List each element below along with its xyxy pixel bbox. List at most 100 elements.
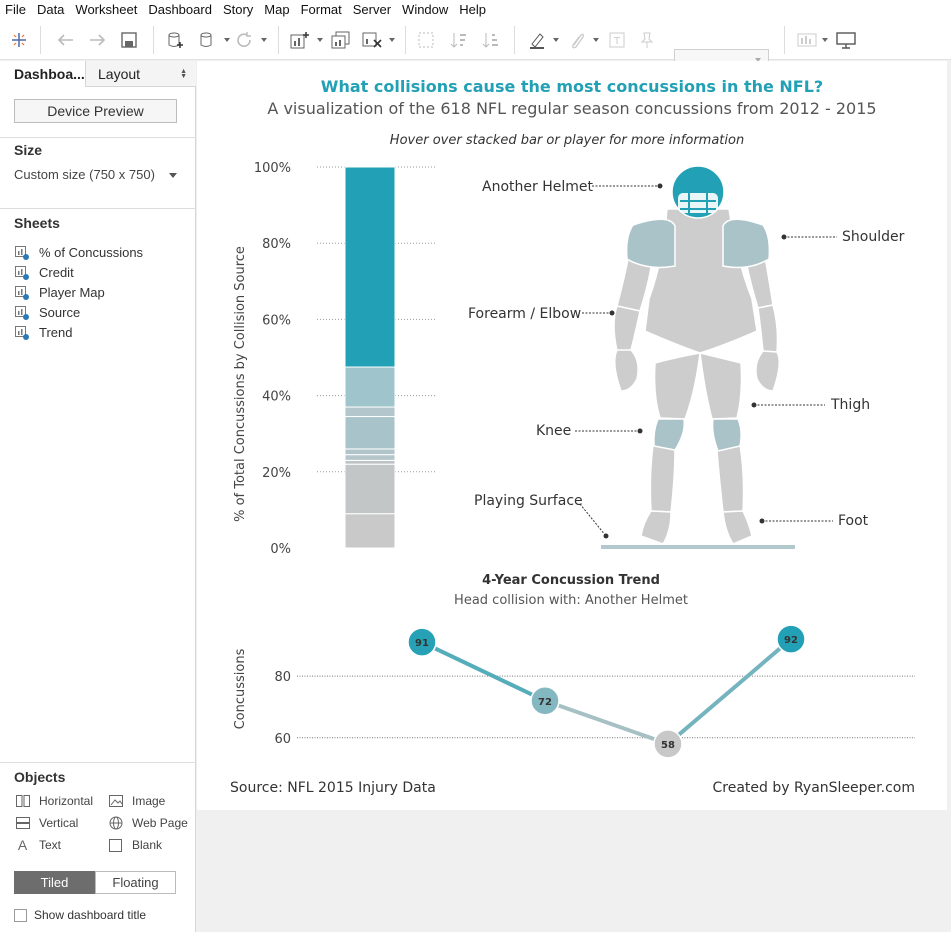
bar-segment[interactable] bbox=[344, 463, 396, 515]
dashboard-sidebar: Dashboa... Layout ▲ ▼ Device Preview Size… bbox=[0, 61, 196, 932]
player-left-foot[interactable] bbox=[640, 510, 672, 545]
object-vertical[interactable]: Vertical bbox=[15, 816, 78, 830]
data-source-caret-icon[interactable] bbox=[224, 38, 230, 42]
player-right-hand[interactable] bbox=[755, 350, 780, 392]
clear-sheet-icon[interactable] bbox=[361, 28, 383, 52]
menu-data[interactable]: Data bbox=[32, 0, 70, 20]
refresh-icon[interactable] bbox=[233, 28, 255, 52]
player-right-shin[interactable] bbox=[716, 444, 745, 513]
device-preview-button[interactable]: Device Preview bbox=[14, 99, 177, 123]
source-note: Source: NFL 2015 Injury Data bbox=[230, 780, 436, 796]
new-data-source-icon[interactable] bbox=[164, 28, 186, 52]
object-image[interactable]: Image bbox=[108, 794, 165, 808]
menu-server[interactable]: Server bbox=[348, 0, 397, 20]
new-worksheet-icon[interactable] bbox=[289, 28, 311, 52]
bar-segment[interactable] bbox=[344, 513, 396, 549]
refresh-caret-icon[interactable] bbox=[261, 38, 267, 42]
menu-format[interactable]: Format bbox=[296, 0, 348, 20]
callout-playing-surface[interactable]: Playing Surface bbox=[474, 493, 583, 509]
callout-foot[interactable]: Foot bbox=[838, 513, 869, 529]
player-left-forearm[interactable] bbox=[613, 305, 641, 352]
callout-knee[interactable]: Knee bbox=[536, 423, 571, 439]
menu-dashboard[interactable]: Dashboard bbox=[143, 0, 218, 20]
callout-another-helmet[interactable]: Another Helmet bbox=[482, 179, 593, 195]
trend-tick-label: 80 bbox=[274, 670, 291, 685]
highlight-icon[interactable] bbox=[526, 28, 548, 52]
redo-icon[interactable] bbox=[87, 28, 109, 52]
highlight-caret-icon[interactable] bbox=[553, 38, 559, 42]
undo-icon[interactable] bbox=[54, 28, 76, 52]
object-horizontal[interactable]: Horizontal bbox=[15, 794, 93, 808]
sort-descending-icon[interactable] bbox=[480, 28, 502, 52]
worksheet-in-use-icon bbox=[15, 306, 29, 320]
sheet-item-credit[interactable]: Credit bbox=[15, 265, 74, 280]
worksheet-in-use-icon bbox=[15, 246, 29, 260]
tab-layout[interactable]: Layout ▲ ▼ bbox=[85, 61, 196, 86]
bar-segment[interactable] bbox=[344, 416, 396, 450]
player-helmet[interactable] bbox=[671, 165, 725, 219]
trend-point-label: 91 bbox=[415, 638, 429, 649]
menu-worksheet[interactable]: Worksheet bbox=[70, 0, 143, 20]
menu-story[interactable]: Story bbox=[218, 0, 259, 20]
object-blank[interactable]: Blank bbox=[108, 838, 162, 852]
sheet-item-trend[interactable]: Trend bbox=[15, 325, 72, 340]
sort-ascending-icon[interactable] bbox=[448, 28, 470, 52]
sheet-item-concussions[interactable]: % of Concussions bbox=[15, 245, 143, 260]
player-left-shin[interactable] bbox=[649, 444, 676, 513]
fix-axes-icon[interactable] bbox=[636, 28, 658, 52]
playing-surface[interactable] bbox=[601, 545, 795, 549]
show-title-checkbox[interactable] bbox=[14, 908, 27, 922]
menu-file[interactable]: File bbox=[0, 0, 32, 20]
object-text[interactable]: A Text bbox=[15, 837, 61, 853]
object-web-page[interactable]: Web Page bbox=[108, 816, 188, 830]
presentation-mode-icon[interactable] bbox=[835, 28, 857, 52]
player-left-hand[interactable] bbox=[614, 349, 639, 392]
floating-toggle[interactable]: Floating bbox=[95, 871, 176, 894]
new-worksheet-caret-icon[interactable] bbox=[317, 38, 323, 42]
player-right-thigh[interactable] bbox=[699, 352, 743, 420]
group-members-icon[interactable] bbox=[415, 28, 437, 52]
group-caret-icon[interactable] bbox=[593, 38, 599, 42]
bar-segments bbox=[344, 166, 396, 549]
bar-segment[interactable] bbox=[344, 166, 396, 368]
bar-segment[interactable] bbox=[344, 406, 396, 418]
size-dropdown[interactable]: Custom size (750 x 750) bbox=[14, 167, 179, 182]
bar-segment[interactable] bbox=[344, 454, 396, 461]
bar-segment[interactable] bbox=[344, 448, 396, 456]
player-right-foot[interactable] bbox=[722, 510, 753, 545]
sheet-item-player-map[interactable]: Player Map bbox=[15, 285, 105, 300]
data-source-menu-icon[interactable] bbox=[196, 28, 218, 52]
tiled-toggle[interactable]: Tiled bbox=[14, 871, 95, 894]
show-dashboard-title-option[interactable]: Show dashboard title bbox=[14, 908, 146, 922]
show-labels-icon[interactable]: T bbox=[606, 28, 628, 52]
callout-forearm-elbow[interactable]: Forearm / Elbow bbox=[468, 306, 581, 322]
sheet-item-label: Source bbox=[39, 305, 81, 320]
dashboard-visuals: % of Total Concussions by Collision Sour… bbox=[233, 161, 915, 759]
group-icon[interactable] bbox=[566, 28, 588, 52]
player-left-thigh[interactable] bbox=[653, 352, 701, 420]
duplicate-sheet-icon[interactable] bbox=[330, 28, 352, 52]
show-me-caret-icon[interactable] bbox=[822, 38, 828, 42]
bar-segment[interactable] bbox=[344, 366, 396, 408]
player-right-forearm[interactable] bbox=[757, 304, 779, 353]
show-me-icon[interactable] bbox=[796, 28, 818, 52]
bar-segment[interactable] bbox=[344, 459, 396, 465]
divider bbox=[0, 137, 196, 138]
callout-shoulder[interactable]: Shoulder bbox=[842, 229, 905, 245]
player-map: Another Helmet Shoulder Forearm / Elbow … bbox=[468, 165, 905, 549]
menu-map[interactable]: Map bbox=[259, 0, 295, 20]
player-left-knee[interactable] bbox=[653, 418, 686, 451]
save-icon[interactable] bbox=[118, 28, 140, 52]
tab-dashboard[interactable]: Dashboa... bbox=[0, 61, 85, 87]
player-right-knee[interactable] bbox=[711, 418, 742, 452]
trend-tick-label: 60 bbox=[274, 732, 291, 747]
menu-window[interactable]: Window bbox=[397, 0, 454, 20]
tableau-logo-icon[interactable] bbox=[8, 28, 30, 52]
clear-sheet-caret-icon[interactable] bbox=[389, 38, 395, 42]
menu-help[interactable]: Help bbox=[454, 0, 492, 20]
player-right-shoulder-pad[interactable] bbox=[722, 218, 771, 269]
callout-thigh[interactable]: Thigh bbox=[830, 397, 870, 413]
sheet-item-source[interactable]: Source bbox=[15, 305, 80, 320]
trend-tick-labels: 60 80 bbox=[274, 670, 291, 747]
player-left-shoulder-pad[interactable] bbox=[625, 218, 676, 269]
